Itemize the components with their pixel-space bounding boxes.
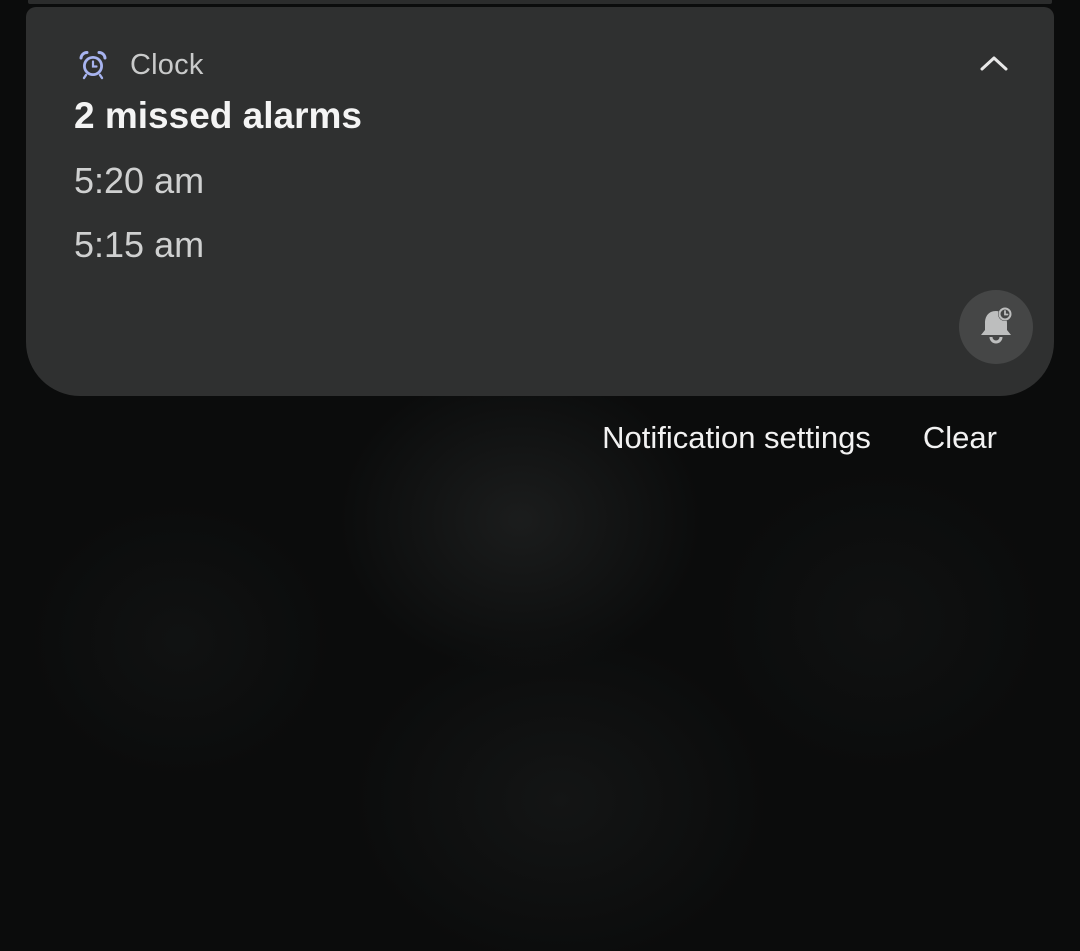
chevron-up-icon: [979, 54, 1009, 77]
clear-button[interactable]: Clear: [923, 420, 997, 456]
app-name: Clock: [130, 48, 204, 81]
previous-notification-edge: [28, 0, 1052, 4]
notification-actions: Notification settings Clear: [602, 420, 997, 456]
alarm-action-button[interactable]: [959, 290, 1033, 364]
bell-alarm-icon: [974, 303, 1018, 352]
notification-settings-button[interactable]: Notification settings: [602, 420, 871, 456]
alarm-clock-icon: [76, 48, 110, 82]
notification-title: 2 missed alarms: [74, 95, 362, 136]
missed-alarm-time: 5:20 am: [74, 160, 205, 201]
notification-card[interactable]: Clock 2 missed alarms 5:20 am 5:15 am: [26, 7, 1054, 396]
notification-header: Clock: [76, 47, 204, 83]
missed-alarm-time: 5:15 am: [74, 224, 205, 265]
collapse-button[interactable]: [972, 47, 1016, 83]
